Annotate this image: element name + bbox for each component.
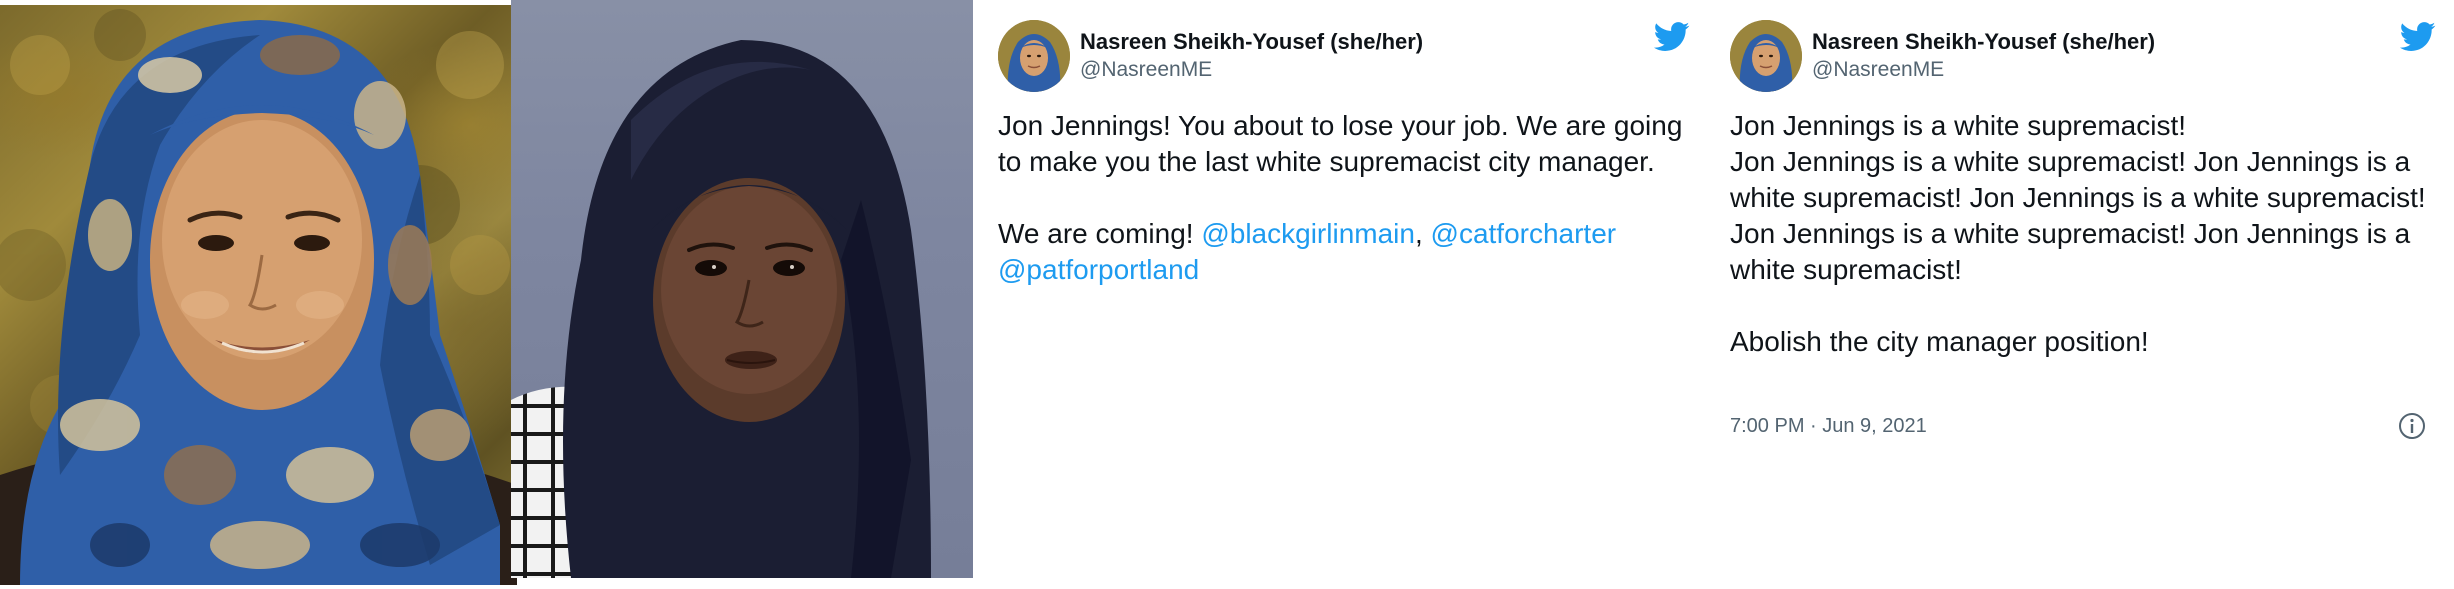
tweet-line: Abolish the city manager position! xyxy=(1730,326,2149,357)
avatar[interactable] xyxy=(998,20,1070,92)
composite-image: Nasreen Sheikh-Yousef (she/her) @Nasreen… xyxy=(0,0,2454,589)
tweet-card-2: Nasreen Sheikh-Yousef (she/her) @Nasreen… xyxy=(1710,0,2454,578)
tweet-line: Jon Jennings is a white supremacist! Jon… xyxy=(1730,146,2426,213)
tweet-line: Jon Jennings is a white supremacist! Jon… xyxy=(1730,218,2411,285)
portrait-illustration xyxy=(0,9,517,585)
tweet-text: , xyxy=(1414,218,1431,249)
tweet-paragraph: We are coming! @blackgirlinmain, @catfor… xyxy=(998,216,1688,288)
author-display-name[interactable]: Nasreen Sheikh-Yousef (she/her) xyxy=(1812,28,2155,56)
avatar-illustration xyxy=(1730,20,1802,92)
tweet-body: Jon Jennings is a white supremacist! Jon… xyxy=(1730,108,2430,360)
twitter-bird-icon[interactable] xyxy=(2400,22,2436,52)
twitter-bird-icon[interactable] xyxy=(1654,22,1690,52)
tweet-line: Jon Jennings is a white supremacist! xyxy=(1730,110,2186,141)
avatar[interactable] xyxy=(1730,20,1802,92)
mugshot-photo xyxy=(511,0,973,578)
mention-link[interactable]: @catforcharter xyxy=(1431,218,1617,249)
portrait-photo xyxy=(0,5,517,585)
tweet-paragraph: Jon Jennings! You about to lose your job… xyxy=(998,110,1683,177)
author-handle[interactable]: @NasreenME xyxy=(1812,56,2155,84)
tweet-card-1: Nasreen Sheikh-Yousef (she/her) @Nasreen… xyxy=(978,0,1700,578)
tweet-timestamp[interactable]: 7:00 PM · Jun 9, 2021 xyxy=(1730,412,1927,440)
avatar-illustration xyxy=(998,20,1070,92)
author-handle[interactable]: @NasreenME xyxy=(1080,56,1423,84)
author-info: Nasreen Sheikh-Yousef (she/her) @Nasreen… xyxy=(1812,28,2155,84)
tweet-text: We are coming! xyxy=(998,218,1202,249)
author-info: Nasreen Sheikh-Yousef (she/her) @Nasreen… xyxy=(1080,28,1423,84)
mention-link[interactable]: @patforportland xyxy=(998,254,1199,285)
author-display-name[interactable]: Nasreen Sheikh-Yousef (she/her) xyxy=(1080,28,1423,56)
tweet-header: Nasreen Sheikh-Yousef (she/her) @Nasreen… xyxy=(1730,20,2155,92)
mugshot-illustration xyxy=(511,40,931,578)
tweet-body: Jon Jennings! You about to lose your job… xyxy=(998,108,1688,288)
tweet-header: Nasreen Sheikh-Yousef (she/her) @Nasreen… xyxy=(998,20,1423,92)
mention-link[interactable]: @blackgirlinmain xyxy=(1201,218,1415,249)
info-circle-icon[interactable] xyxy=(2398,412,2426,440)
